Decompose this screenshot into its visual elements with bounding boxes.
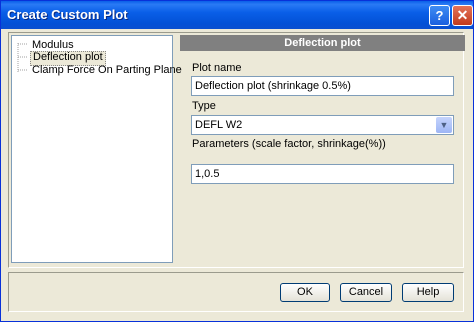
window-title: Create Custom Plot bbox=[7, 7, 128, 22]
cancel-button[interactable]: Cancel bbox=[340, 283, 392, 302]
type-select-value: DEFL W2 bbox=[195, 119, 243, 131]
plot-name-input[interactable]: Deflection plot (shrinkage 0.5%) bbox=[191, 76, 454, 96]
tree-item-clamp-force[interactable]: Clamp Force On Parting Plane bbox=[30, 64, 184, 77]
button-frame bbox=[8, 272, 464, 312]
tree-lines bbox=[17, 43, 28, 72]
close-icon: ✕ bbox=[456, 7, 469, 23]
help-button[interactable]: Help bbox=[402, 283, 454, 302]
ok-button[interactable]: OK bbox=[280, 283, 330, 302]
type-label: Type bbox=[192, 100, 216, 112]
parameters-input[interactable]: 1,0.5 bbox=[191, 164, 454, 184]
plot-name-label: Plot name bbox=[192, 62, 242, 74]
plot-tree[interactable]: Modulus Deflection plot Clamp Force On P… bbox=[11, 35, 182, 263]
type-select[interactable]: DEFL W2 ▼ bbox=[191, 115, 454, 135]
title-close-button[interactable]: ✕ bbox=[452, 5, 473, 26]
title-bar[interactable]: Create Custom Plot ? ✕ bbox=[1, 1, 473, 29]
chevron-down-icon[interactable]: ▼ bbox=[436, 117, 452, 133]
settings-panel: Deflection plot Plot name Deflection plo… bbox=[180, 35, 465, 263]
title-help-button[interactable]: ? bbox=[429, 5, 450, 26]
panel-header: Deflection plot bbox=[180, 35, 465, 51]
parameters-label: Parameters (scale factor, shrinkage(%)) bbox=[192, 138, 386, 150]
question-icon: ? bbox=[435, 8, 444, 23]
